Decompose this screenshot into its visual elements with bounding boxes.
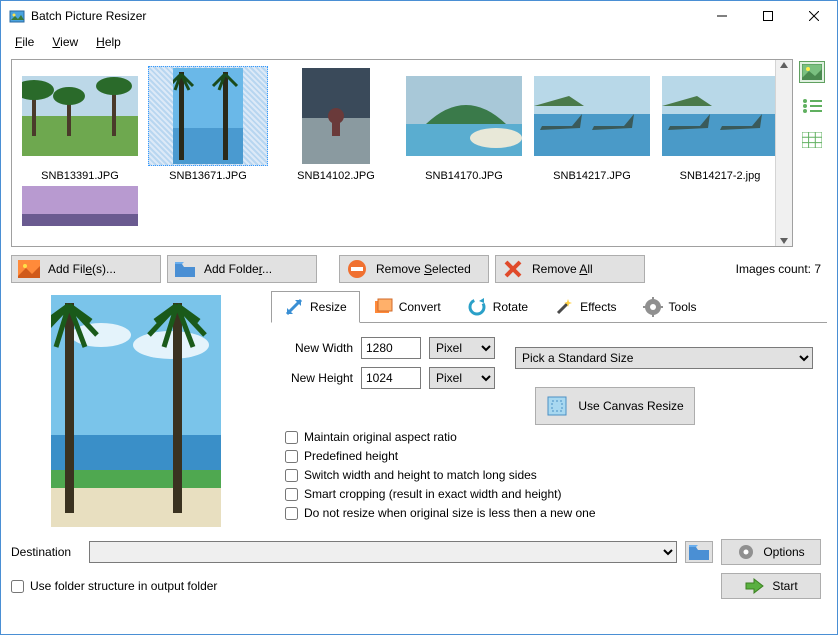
height-unit-select[interactable]: Pixel <box>429 367 495 389</box>
remove-selected-button[interactable]: Remove Selected <box>339 255 489 283</box>
view-list-icon[interactable] <box>799 95 825 117</box>
canvas-icon <box>546 395 568 417</box>
rotate-icon <box>467 297 487 317</box>
no-resize-smaller-checkbox[interactable]: Do not resize when original size is less… <box>285 506 817 520</box>
view-thumbnails-icon[interactable] <box>799 61 825 83</box>
canvas-resize-button[interactable]: Use Canvas Resize <box>535 387 695 425</box>
tabs: Resize Convert Rotate Effects Tools <box>271 291 827 323</box>
thumb-item[interactable]: SNB14102.JPG <box>272 64 400 184</box>
thumb-item[interactable]: SNB14170.JPG <box>400 64 528 184</box>
thumb-label: SNB14102.JPG <box>274 170 398 182</box>
button-label: Add File(s)... <box>48 262 116 276</box>
menu-file[interactable]: File <box>7 33 42 51</box>
predefined-height-checkbox[interactable]: Predefined height <box>285 449 817 463</box>
view-grid-icon[interactable] <box>799 129 825 151</box>
thumb-item[interactable]: SNB14217-2.jpg <box>656 64 784 184</box>
tab-label: Resize <box>310 300 347 314</box>
tab-effects[interactable]: Effects <box>541 291 629 323</box>
height-input[interactable] <box>361 367 421 389</box>
aspect-ratio-checkbox[interactable]: Maintain original aspect ratio <box>285 430 817 444</box>
thumb-label: SNB13671.JPG <box>146 170 270 182</box>
image-icon <box>18 259 40 279</box>
convert-icon <box>373 297 393 317</box>
thumb-label: SNB14170.JPG <box>402 170 526 182</box>
height-label: New Height <box>281 371 353 385</box>
browse-folder-button[interactable] <box>685 541 713 563</box>
options-button[interactable]: Options <box>721 539 821 565</box>
destination-label: Destination <box>11 545 81 559</box>
destination-row: Destination Options <box>11 539 827 565</box>
add-folder-button[interactable]: Add Folder... <box>167 255 317 283</box>
remove-all-button[interactable]: Remove All <box>495 255 645 283</box>
thumb-item[interactable]: SNB13671.JPG <box>144 64 272 184</box>
toolbar: Add File(s)... Add Folder... Remove Sele… <box>11 255 827 283</box>
width-input[interactable] <box>361 337 421 359</box>
tab-rotate[interactable]: Rotate <box>454 291 541 323</box>
width-unit-select[interactable]: Pixel <box>429 337 495 359</box>
folder-icon <box>174 259 196 279</box>
minimize-button[interactable] <box>699 1 745 31</box>
remove-all-icon <box>502 259 524 279</box>
menu-help[interactable]: Help <box>88 33 129 51</box>
maximize-button[interactable] <box>745 1 791 31</box>
tab-resize[interactable]: Resize <box>271 291 360 323</box>
thumb-label: SNB13391.JPG <box>18 170 142 182</box>
thumb-item[interactable]: SNB14217.JPG <box>528 64 656 184</box>
add-files-button[interactable]: Add File(s)... <box>11 255 161 283</box>
resize-form: New Width Pixel New Height Pixel Pick a … <box>271 322 827 531</box>
remove-icon <box>346 259 368 279</box>
thumbnail-gallery[interactable]: SNB13391.JPG SNB13671.JPG SNB14102.JPG S… <box>11 59 793 247</box>
button-label: Start <box>772 579 797 593</box>
thumb-item[interactable] <box>16 184 144 247</box>
tab-label: Effects <box>580 300 616 314</box>
tools-icon <box>643 297 663 317</box>
app-icon <box>9 8 25 24</box>
close-button[interactable] <box>791 1 837 31</box>
button-label: Remove All <box>532 262 593 276</box>
window-title: Batch Picture Resizer <box>31 9 699 23</box>
button-label: Remove Selected <box>376 262 471 276</box>
resize-icon <box>284 297 304 317</box>
preview-image <box>11 291 261 531</box>
width-label: New Width <box>281 341 353 355</box>
effects-icon <box>554 297 574 317</box>
tab-label: Rotate <box>493 300 528 314</box>
start-button[interactable]: Start <box>721 573 821 599</box>
menu-view[interactable]: View <box>44 33 86 51</box>
titlebar: Batch Picture Resizer <box>1 1 837 31</box>
button-label: Options <box>763 545 804 559</box>
thumb-label: SNB14217-2.jpg <box>658 170 782 182</box>
destination-select[interactable] <box>89 541 677 563</box>
tab-label: Tools <box>669 300 697 314</box>
button-label: Add Folder... <box>204 262 272 276</box>
switch-wh-checkbox[interactable]: Switch width and height to match long si… <box>285 468 817 482</box>
images-count: Images count: 7 <box>736 262 827 276</box>
gear-icon <box>737 543 755 561</box>
start-icon <box>744 578 764 594</box>
tab-label: Convert <box>399 300 441 314</box>
thumb-item[interactable]: SNB13391.JPG <box>16 64 144 184</box>
smart-cropping-checkbox[interactable]: Smart cropping (result in exact width an… <box>285 487 817 501</box>
thumb-label: SNB14217.JPG <box>530 170 654 182</box>
folder-structure-checkbox[interactable]: Use folder structure in output folder <box>11 578 217 594</box>
gallery-scrollbar[interactable] <box>775 60 792 246</box>
view-tools <box>799 59 827 247</box>
standard-size-select[interactable]: Pick a Standard Size <box>515 347 813 369</box>
tab-tools[interactable]: Tools <box>630 291 710 323</box>
tab-convert[interactable]: Convert <box>360 291 454 323</box>
button-label: Use Canvas Resize <box>578 399 683 413</box>
menubar: File View Help <box>1 31 837 53</box>
